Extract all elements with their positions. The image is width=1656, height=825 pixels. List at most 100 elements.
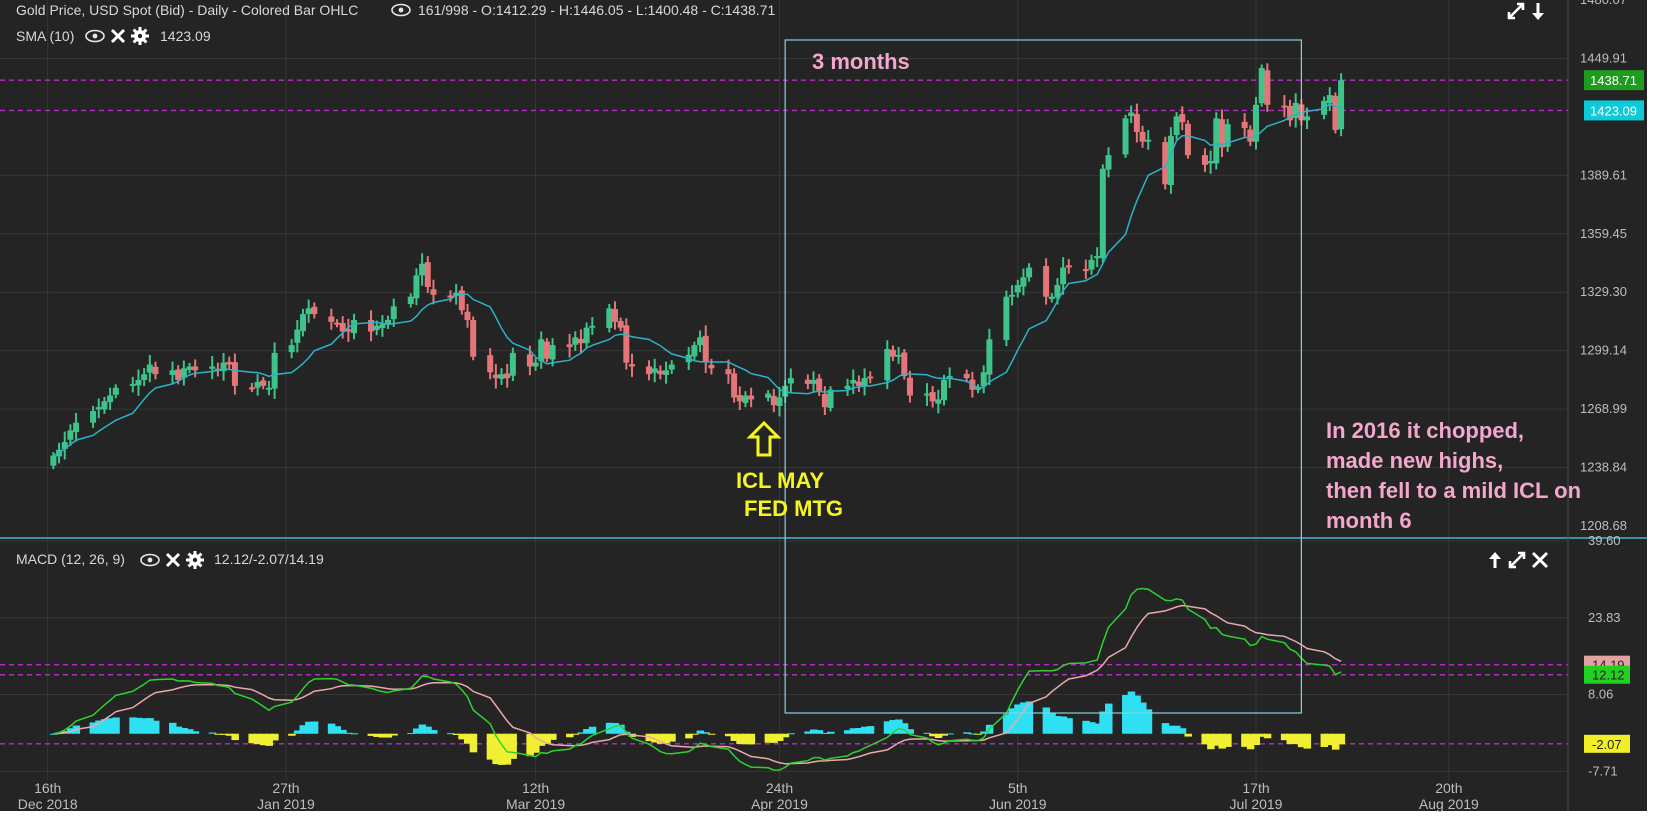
bar-body <box>776 397 783 406</box>
bar-body <box>328 316 335 322</box>
histogram-bar <box>1303 733 1312 749</box>
bar-body <box>538 339 545 362</box>
bar-body <box>379 323 386 329</box>
x-tick-day: 16th <box>34 780 61 796</box>
bar-body <box>90 411 97 423</box>
histogram-bar <box>509 733 517 759</box>
macd-tick-label: 8.06 <box>1588 687 1613 702</box>
bar-body <box>1099 168 1106 259</box>
macd-label: MACD (12, 26, 9) <box>16 551 125 567</box>
bar-body <box>146 364 153 373</box>
histogram-bar <box>1184 733 1192 737</box>
chart-title: Gold Price, USD Spot (Bid) - Daily - Col… <box>16 2 358 18</box>
histogram-bar <box>549 733 557 740</box>
bar-body <box>1326 95 1333 104</box>
bar-body <box>254 381 261 388</box>
bar-body <box>725 369 732 375</box>
bar-body <box>867 376 874 379</box>
bar-body <box>844 385 851 389</box>
bar-body <box>861 378 868 386</box>
bar-body <box>424 262 431 287</box>
bar-body <box>129 383 136 386</box>
price-tag-label: 1438.71 <box>1590 73 1637 88</box>
macd-tag-label: -2.07 <box>1592 737 1622 752</box>
bar-body <box>929 392 936 402</box>
bar-body <box>1054 285 1061 298</box>
histogram-bar <box>1065 718 1073 734</box>
bar-body <box>186 366 193 370</box>
bar-body <box>1338 80 1345 130</box>
bar-body <box>1281 105 1288 108</box>
box-label: 3 months <box>812 49 910 74</box>
bar-body <box>1014 285 1021 293</box>
bar-body <box>1088 259 1095 270</box>
bar-body <box>175 369 182 381</box>
ohlc-bar <box>1213 112 1220 170</box>
bar-body <box>532 362 539 367</box>
bar-body <box>657 370 664 375</box>
histogram-bar <box>571 733 580 735</box>
note-line4: month 6 <box>1326 508 1412 533</box>
price-tag: 1423.09 <box>1584 100 1644 121</box>
histogram-bar <box>974 733 983 735</box>
bar-body <box>526 354 533 367</box>
bar-body <box>169 370 176 375</box>
bar-body <box>1082 269 1089 272</box>
x-tick-day: 5th <box>1008 780 1027 796</box>
bar-body <box>941 380 947 401</box>
x-tick-month: Mar 2019 <box>506 796 565 812</box>
bar-body <box>299 314 306 332</box>
bar-body <box>923 393 930 396</box>
bar-body <box>334 322 341 325</box>
bar-body <box>1184 123 1191 156</box>
histogram-bar <box>1178 728 1187 734</box>
bar-body <box>617 321 624 328</box>
histogram-bar <box>1224 733 1232 747</box>
macd-tag-label: 12.12 <box>1592 668 1625 683</box>
bar-body <box>1247 129 1254 142</box>
bar-body <box>583 327 590 344</box>
bar-body <box>980 372 987 387</box>
bar-body <box>192 366 199 371</box>
x-tick-day: 24th <box>766 780 793 796</box>
x-tick-month: Jan 2019 <box>257 796 315 812</box>
ohlc-bar <box>623 318 630 370</box>
bar-body <box>430 289 437 295</box>
bar-body <box>623 325 630 363</box>
bar-body <box>305 308 312 315</box>
bar-body <box>663 370 670 375</box>
bar-body <box>50 455 57 466</box>
ohlc-bar <box>1184 120 1191 159</box>
bar-body <box>487 355 494 373</box>
bar-body <box>589 325 596 328</box>
bar-body <box>152 366 159 375</box>
histogram-bar <box>310 721 319 734</box>
bar-body <box>1026 267 1033 278</box>
bar-body <box>611 309 618 322</box>
bar-body <box>855 381 862 386</box>
bar-body <box>1122 118 1129 155</box>
x-tick-month: Apr 2019 <box>751 796 808 812</box>
bar-body <box>1043 266 1050 297</box>
histogram-bar <box>866 726 875 734</box>
bar-body <box>470 319 477 357</box>
histogram-bar <box>191 731 200 734</box>
macd-tag: 12.12 <box>1584 665 1630 684</box>
bar-body <box>373 325 380 331</box>
macd-tick-label: 39.60 <box>1588 533 1621 548</box>
bar-body <box>1139 131 1146 142</box>
bar-body <box>1304 116 1311 121</box>
sma-gear-icon[interactable] <box>131 27 149 45</box>
histogram-bar <box>390 733 398 736</box>
bar-body <box>413 275 420 299</box>
bar-body <box>231 362 238 386</box>
sma-label: SMA (10) <box>16 28 74 44</box>
bar-body <box>112 387 119 395</box>
bar-body <box>294 329 301 343</box>
macd-tick-label: -7.71 <box>1588 763 1618 778</box>
macd-gear-icon[interactable] <box>186 551 204 569</box>
histogram-bar <box>1337 733 1346 745</box>
bar-body <box>1241 121 1248 129</box>
note-line1: In 2016 it chopped, <box>1326 418 1524 443</box>
bar-body <box>248 387 255 390</box>
